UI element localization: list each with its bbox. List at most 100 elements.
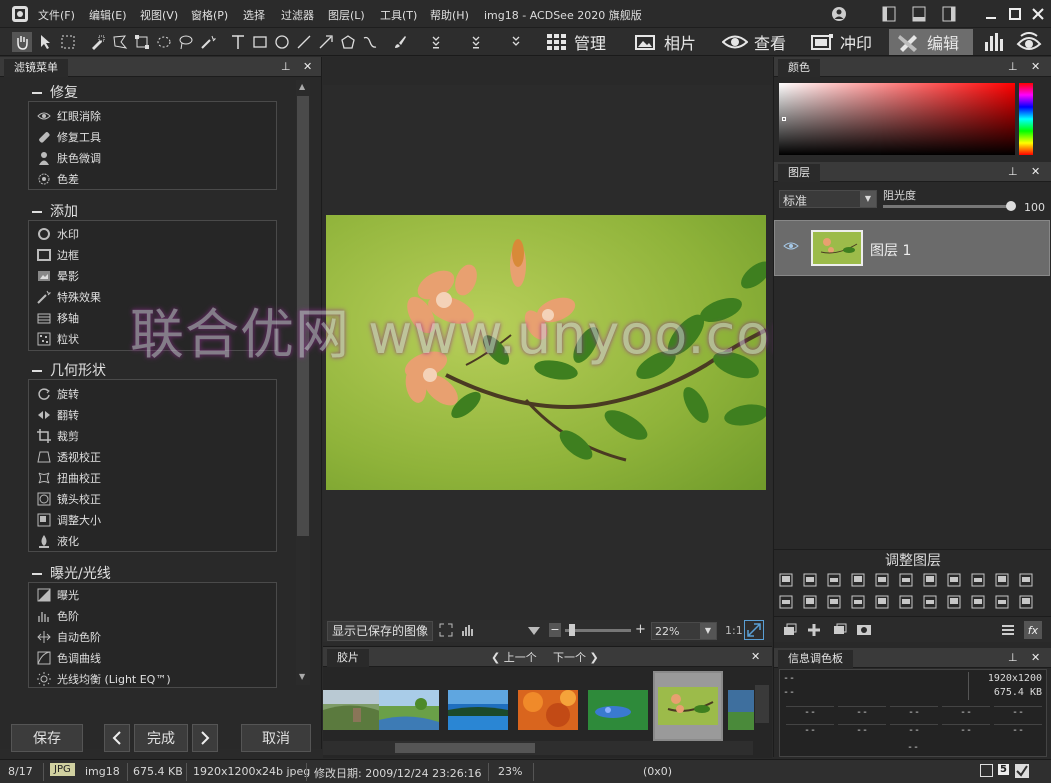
next-button[interactable]: 下一个 ❯ [553, 649, 599, 665]
menu-edit[interactable]: 编辑(E) [89, 7, 127, 23]
more-tools-icon[interactable] [426, 32, 446, 52]
menu-layer[interactable]: 图层(L) [328, 7, 365, 23]
rectangle-tool-icon[interactable] [250, 32, 270, 52]
mode-develop-button[interactable]: 冲印 [802, 29, 886, 55]
filter-item-perspective[interactable]: 透视校正 [37, 447, 101, 467]
prev-button[interactable]: ❮ 上一个 [491, 649, 537, 665]
layout-left-icon[interactable] [878, 4, 900, 24]
film-thumb[interactable] [518, 690, 578, 730]
mode-edit-button[interactable]: 编辑 [889, 29, 973, 55]
mountain-adj-icon[interactable] [1018, 594, 1034, 610]
hue-slider[interactable] [1019, 83, 1033, 155]
color-picker-marker[interactable] [782, 117, 786, 121]
add-layer-icon[interactable] [806, 622, 822, 638]
toggle-adj-icon[interactable] [994, 572, 1010, 588]
sliders-adj-icon[interactable] [898, 572, 914, 588]
zoom-out-button[interactable]: − [549, 623, 561, 637]
more-tools-3-icon[interactable] [506, 32, 526, 52]
close-panel-icon[interactable]: ✕ [1031, 165, 1040, 178]
tab-filmstrip[interactable]: 胶片 [327, 649, 369, 667]
filter-item-red-eye[interactable]: 红眼消除 [37, 106, 101, 126]
lasso-icon[interactable] [176, 32, 196, 52]
filter-item-levels[interactable]: 色阶 [37, 606, 79, 626]
filter-item-lens[interactable]: 镜头校正 [37, 489, 101, 509]
glasses-adj-icon[interactable] [898, 594, 914, 610]
triangle-adj-icon[interactable] [826, 594, 842, 610]
menu-tools[interactable]: 工具(T) [380, 7, 417, 23]
film-thumb[interactable] [728, 690, 754, 730]
checkmark-icon[interactable] [1014, 763, 1030, 782]
image-adj-icon[interactable] [946, 594, 962, 610]
minimize-icon[interactable] [980, 4, 1002, 24]
save-button[interactable]: 保存 [11, 724, 83, 752]
histogram-icon[interactable] [982, 32, 1006, 52]
filter-item-liquify[interactable]: 液化 [37, 531, 79, 551]
cancel-button[interactable]: 取消 [241, 724, 311, 752]
pin-icon[interactable]: ⊥ [281, 60, 291, 73]
close-panel-icon[interactable]: ✕ [1031, 60, 1040, 73]
zoom-select[interactable]: 22% ▼ [651, 622, 717, 640]
tab-filter-menu[interactable]: 滤镜菜单 [4, 59, 68, 77]
layer-thumbnail[interactable] [811, 230, 863, 266]
pin-icon[interactable]: ⊥ [1008, 60, 1018, 73]
fit-screen-icon[interactable] [744, 620, 764, 640]
fx-icon[interactable]: fx [1024, 621, 1042, 639]
tab-color[interactable]: 颜色 [778, 59, 820, 77]
film-thumb[interactable] [379, 690, 439, 730]
dropdown-arrow-icon[interactable]: ▼ [860, 191, 876, 207]
group-title-exposure[interactable]: 曝光/光线 [32, 563, 111, 583]
close-filmstrip-icon[interactable]: ✕ [751, 650, 760, 663]
line-tool-icon[interactable] [294, 32, 314, 52]
menu-help[interactable]: 帮助(H) [430, 7, 469, 23]
filter-item-watermark[interactable]: 水印 [37, 224, 79, 244]
tab-layers[interactable]: 图层 [778, 164, 820, 182]
transform-icon[interactable] [132, 32, 152, 52]
menu-pane[interactable]: 窗格(P) [191, 7, 228, 23]
close-panel-icon[interactable]: ✕ [1031, 651, 1040, 664]
blend-mode-select[interactable]: 标准 ▼ [779, 190, 877, 208]
filter-item-tilt-shift[interactable]: 移轴 [37, 308, 79, 328]
filter-panel-scrollbar[interactable]: ▲ ▼ [296, 80, 310, 685]
show-saved-button[interactable]: 显示已保存的图像 [327, 621, 434, 641]
camera-adj-icon[interactable] [778, 594, 794, 610]
filmstrip-hscroll[interactable] [323, 741, 753, 755]
dropdown-arrow-icon[interactable]: ▼ [700, 623, 716, 639]
film-thumb[interactable] [323, 690, 383, 730]
more-tools-2-icon[interactable] [466, 32, 486, 52]
filter-item-vignette[interactable]: 晕影 [37, 266, 79, 286]
done-button[interactable]: 完成 [134, 724, 188, 752]
mode-view-button[interactable]: 查看 [714, 29, 798, 55]
opacity-slider[interactable] [883, 205, 1011, 208]
ratio-button[interactable]: 1:1 [725, 624, 743, 637]
brush-select-icon[interactable] [88, 32, 108, 52]
visibility-eye-icon[interactable] [783, 241, 799, 251]
filter-item-flip[interactable]: 翻转 [37, 405, 79, 425]
layer-mask-icon[interactable] [856, 622, 872, 638]
account-icon[interactable] [828, 4, 850, 24]
group-title-add[interactable]: 添加 [32, 201, 78, 221]
zoom-in-button[interactable]: + [635, 622, 646, 637]
next-image-button[interactable] [192, 724, 218, 752]
gradient-adj-icon[interactable] [970, 594, 986, 610]
zoom-slider-thumb[interactable] [569, 624, 575, 636]
close-panel-icon[interactable]: ✕ [303, 60, 312, 73]
blank-adj-icon[interactable] [1018, 572, 1034, 588]
marquee-tool-icon[interactable] [58, 32, 78, 52]
tone-adj-icon[interactable] [802, 594, 818, 610]
exposure-adj-icon[interactable] [778, 572, 794, 588]
levels-adj-icon[interactable] [802, 572, 818, 588]
ellipse-tool-icon[interactable] [272, 32, 292, 52]
menu-lines-icon[interactable] [1000, 622, 1016, 638]
group-title-repair[interactable]: 修复 [32, 82, 78, 102]
pin-icon[interactable]: ⊥ [1008, 165, 1018, 178]
menu-filter[interactable]: 过滤器 [281, 7, 314, 23]
ellipse-select-icon[interactable] [154, 32, 174, 52]
lines-adj-icon[interactable] [922, 594, 938, 610]
filter-item-chromatic[interactable]: 色差 [37, 169, 79, 189]
scrollbar-thumb[interactable] [395, 743, 535, 753]
drop-adj-icon[interactable] [850, 594, 866, 610]
maximize-icon[interactable] [1004, 4, 1026, 24]
paintbrush-icon[interactable] [390, 32, 410, 52]
add-stamp-icon[interactable] [782, 622, 798, 638]
film-thumb-selected[interactable] [653, 671, 723, 741]
